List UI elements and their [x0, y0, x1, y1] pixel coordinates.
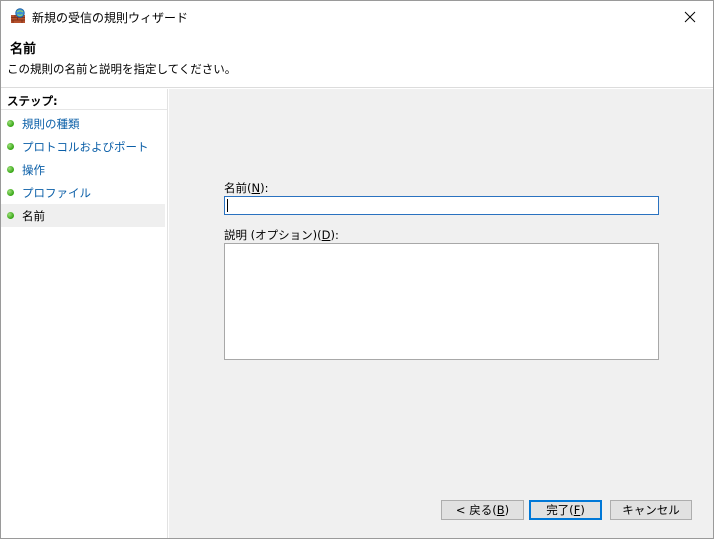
finish-label: 完了(	[546, 503, 574, 517]
name-label-text: 名前(	[224, 181, 252, 195]
step-name-current: 名前	[1, 204, 165, 227]
content-area: 名前(N): 説明 (オプション)(D): < 戻る(B) 完了(F) キャンセ…	[169, 89, 713, 538]
step-label: 名前	[22, 209, 45, 223]
page-header: 名前 この規則の名前と説明を指定してください。	[1, 32, 713, 88]
step-profile[interactable]: プロファイル	[1, 181, 165, 204]
name-label-end: ):	[260, 181, 269, 195]
cancel-button[interactable]: キャンセル	[610, 500, 692, 520]
back-suffix: )	[504, 503, 510, 517]
steps-panel: ステップ: 規則の種類 プロトコルおよびポート 操作 プロファイル 名前	[1, 89, 168, 538]
name-field-label: 名前(N):	[224, 180, 268, 196]
description-input[interactable]	[224, 243, 659, 360]
step-bullet-icon	[7, 166, 14, 173]
step-bullet-icon	[7, 143, 14, 150]
text-caret	[227, 199, 228, 212]
back-button[interactable]: < 戻る(B)	[441, 500, 524, 520]
name-label-accel: N	[251, 181, 261, 195]
step-label: 操作	[22, 163, 45, 177]
step-action[interactable]: 操作	[1, 158, 165, 181]
finish-button[interactable]: 完了(F)	[529, 500, 602, 520]
back-label: < 戻る(	[455, 503, 497, 517]
desc-label-text: 説明 (オプション)(	[224, 228, 322, 242]
step-bullet-icon	[7, 189, 14, 196]
step-label: 規則の種類	[22, 117, 80, 131]
firewall-rule-icon	[10, 8, 26, 24]
step-label: プロファイル	[22, 186, 91, 200]
steps-heading: ステップ:	[7, 94, 58, 108]
name-input[interactable]	[224, 196, 659, 215]
step-label: プロトコルおよびポート	[22, 140, 149, 154]
description-field-label: 説明 (オプション)(D):	[224, 227, 339, 243]
back-accel: B	[496, 503, 505, 517]
step-bullet-icon	[7, 120, 14, 127]
finish-accel: F	[573, 503, 581, 517]
window-title: 新規の受信の規則ウィザード	[32, 11, 189, 25]
wizard-window: 新規の受信の規則ウィザード 名前 この規則の名前と説明を指定してください。 ステ…	[0, 0, 714, 539]
page-title: 名前	[10, 42, 37, 57]
step-protocol-and-ports[interactable]: プロトコルおよびポート	[1, 135, 165, 158]
page-description: この規則の名前と説明を指定してください。	[7, 62, 237, 76]
finish-suffix: )	[580, 503, 585, 517]
title-bar[interactable]: 新規の受信の規則ウィザード	[1, 1, 713, 32]
close-button[interactable]	[667, 1, 713, 32]
step-rule-type[interactable]: 規則の種類	[1, 112, 165, 135]
step-bullet-icon	[7, 212, 14, 219]
steps-divider	[1, 109, 167, 110]
close-icon	[684, 11, 696, 22]
desc-label-end: ):	[330, 228, 339, 242]
